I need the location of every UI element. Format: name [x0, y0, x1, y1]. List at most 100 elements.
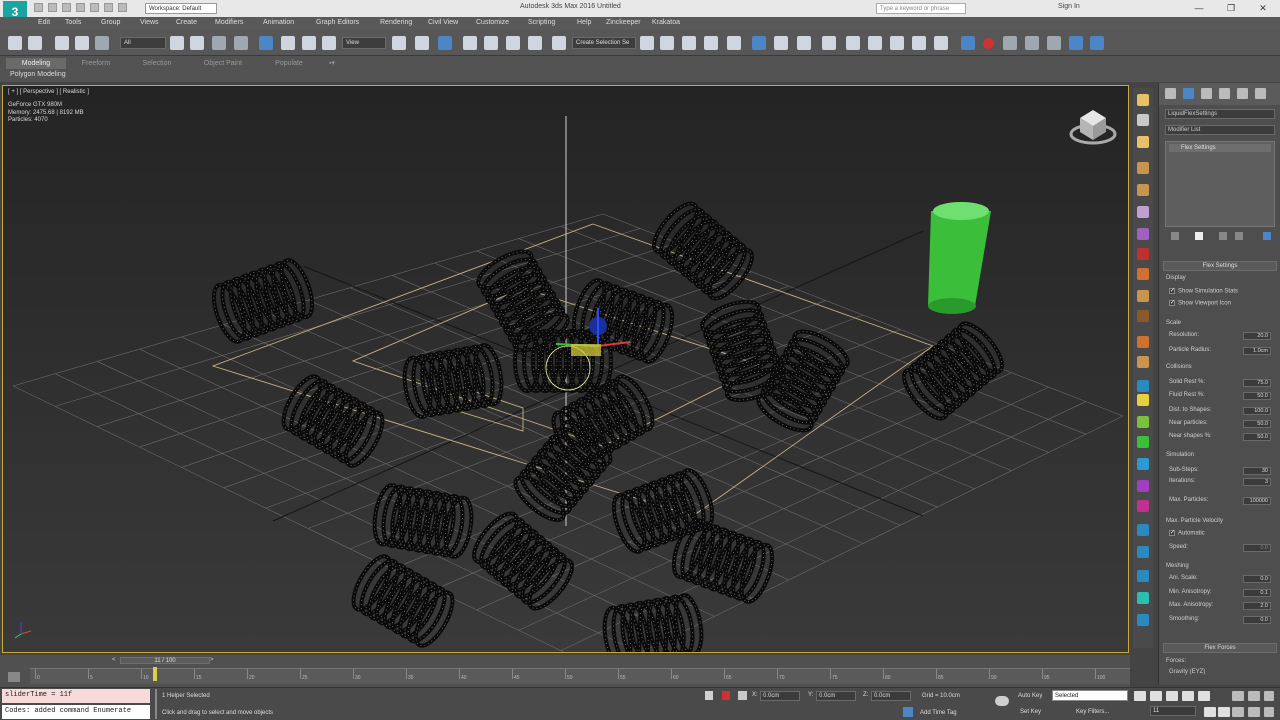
redo-icon[interactable]: [28, 36, 42, 50]
flex-shape-icon[interactable]: [1137, 206, 1149, 218]
tab-modeling[interactable]: Modeling: [6, 58, 66, 69]
mirror-icon[interactable]: [660, 36, 674, 50]
field-of-view-icon[interactable]: [1232, 707, 1244, 717]
play-icon[interactable]: [1166, 691, 1178, 701]
menu-animation[interactable]: Animation: [263, 19, 294, 26]
select-by-name-icon[interactable]: [190, 36, 204, 50]
pan-view-icon[interactable]: [1248, 707, 1260, 717]
teapot-render-icon[interactable]: [961, 36, 975, 50]
flex-solver-icon[interactable]: [1137, 162, 1149, 174]
maximize-viewport-icon[interactable]: [1264, 707, 1274, 717]
mini-curve-editor-icon[interactable]: [8, 672, 20, 682]
toggle-ribbon-icon[interactable]: [727, 36, 741, 50]
new-file-icon[interactable]: [34, 3, 43, 12]
x-coord-field[interactable]: 0.0cm: [760, 691, 800, 701]
select-object-icon[interactable]: [170, 36, 184, 50]
add-time-tag[interactable]: Add Time Tag: [920, 710, 957, 716]
curve-editor-icon[interactable]: [752, 36, 766, 50]
tab-selection[interactable]: Selection: [128, 58, 186, 69]
edit-named-selection-icon[interactable]: [552, 36, 566, 50]
automatic-checkbox[interactable]: ✓: [1169, 530, 1175, 536]
max-particles-spinner[interactable]: 100000: [1243, 497, 1271, 505]
rendered-frame-window-icon[interactable]: [846, 36, 860, 50]
ani-scale-spinner[interactable]: 0.0: [1243, 575, 1271, 583]
activeshade-icon[interactable]: [912, 36, 926, 50]
quick-access-dropdown-icon[interactable]: [118, 3, 127, 12]
dist-to-shapes-spinner[interactable]: 100.0: [1243, 407, 1271, 415]
tab-object-paint[interactable]: Object Paint: [192, 58, 254, 69]
z-coord-field[interactable]: 0.0cm: [871, 691, 911, 701]
sign-in-link[interactable]: Sign In: [1058, 3, 1080, 10]
container-icon[interactable]: [1137, 94, 1149, 106]
key-mode-toggle-icon[interactable]: [1204, 707, 1216, 717]
flex-forces-rollout[interactable]: Flex Forces: [1163, 643, 1277, 653]
flex-drag-icon[interactable]: [1137, 458, 1149, 470]
substeps-spinner[interactable]: 30: [1243, 467, 1271, 475]
viewport-label-menu[interactable]: [ + ] [ Perspective ] [ Realistic ]: [8, 89, 89, 95]
pivot-center-icon[interactable]: [392, 36, 406, 50]
y-coord-field[interactable]: 0.0cm: [816, 691, 856, 701]
menu-krakatoa[interactable]: Krakatoa: [652, 19, 680, 26]
flex-vortex-icon[interactable]: [1137, 480, 1149, 492]
auto-key-button[interactable]: Auto Key: [1018, 693, 1042, 699]
plugin-icon[interactable]: [1069, 36, 1083, 50]
menu-tools[interactable]: Tools: [65, 19, 81, 26]
select-and-scale-icon[interactable]: [302, 36, 316, 50]
key-mode-dropdown[interactable]: Selected: [1052, 690, 1128, 701]
speed-spinner[interactable]: 0.0: [1243, 544, 1271, 552]
krakatoa-icon[interactable]: [1090, 36, 1104, 50]
ribbon-options-icon[interactable]: ▪▾: [322, 58, 342, 69]
workspace-dropdown[interactable]: Workspace: Default: [145, 3, 217, 14]
named-selection-dropdown[interactable]: Create Selection Se: [572, 37, 636, 49]
zoom-all-icon[interactable]: [1248, 691, 1260, 701]
go-to-end-icon[interactable]: [1198, 691, 1210, 701]
select-and-place-icon[interactable]: [322, 36, 336, 50]
flex-soft-icon[interactable]: [1137, 268, 1149, 280]
named-selection-arrow-icon[interactable]: [640, 36, 654, 50]
search-input[interactable]: Type a keyword or phrase: [876, 3, 966, 14]
max-anisotropy-spinner[interactable]: 2.0: [1243, 602, 1271, 610]
particle-radius-spinner[interactable]: 1.0cm: [1243, 347, 1271, 355]
isolate-selection-icon[interactable]: [722, 691, 730, 700]
redo-icon[interactable]: [90, 3, 99, 12]
forces-list-item-gravity[interactable]: Gravity (EYZ): [1169, 669, 1205, 675]
flex-force-icon[interactable]: [1137, 184, 1149, 196]
select-and-rotate-icon[interactable]: [281, 36, 295, 50]
modify-tab-icon[interactable]: [1183, 88, 1194, 99]
menu-edit[interactable]: Edit: [38, 19, 50, 26]
flex-cloth-icon[interactable]: [1137, 228, 1149, 240]
angle-snap-icon[interactable]: [484, 36, 498, 50]
set-key-button[interactable]: Set Key: [1020, 709, 1041, 715]
schematic-view-icon[interactable]: [774, 36, 788, 50]
remove-modifier-icon[interactable]: [1235, 232, 1243, 240]
show-sim-stats-checkbox[interactable]: ✓: [1169, 288, 1175, 294]
toggle-layer-explorer-icon[interactable]: [704, 36, 718, 50]
track-bar[interactable]: 0 5 10 15 20 25 30 35 40 45 50 55 60 65 70 75 80 85 90 95 10…: [30, 668, 1130, 684]
scene-list-icon[interactable]: [1137, 114, 1149, 126]
render-production-icon[interactable]: [868, 36, 882, 50]
select-and-move-icon[interactable]: [259, 36, 273, 50]
menu-rendering[interactable]: Rendering: [380, 19, 412, 26]
automatic-row[interactable]: ✓ Automatic: [1169, 530, 1205, 537]
flex-inflatable-icon[interactable]: [1137, 336, 1149, 348]
undo-icon[interactable]: [76, 3, 85, 12]
maxscript-mini-listener-input[interactable]: Codes: added command Enumerate: [2, 705, 150, 719]
resolution-spinner[interactable]: 20.0: [1243, 332, 1271, 340]
minimize-button[interactable]: —: [1186, 1, 1212, 15]
stack-item-flex-settings[interactable]: Flex Settings: [1169, 144, 1271, 152]
show-sim-stats-row[interactable]: ✓ Show Simulation Stats: [1169, 288, 1238, 295]
flex-cache-icon[interactable]: [1137, 546, 1149, 558]
layer-manager-icon[interactable]: [1047, 36, 1061, 50]
iterations-spinner[interactable]: 3: [1243, 478, 1271, 486]
open-file-icon[interactable]: [48, 3, 57, 12]
flex-settings-icon[interactable]: [1137, 592, 1149, 604]
slider-prev-icon[interactable]: <: [112, 657, 120, 664]
flex-rope-icon[interactable]: [1137, 290, 1149, 302]
fluid-rest-spinner[interactable]: 50.0: [1243, 392, 1271, 400]
gear-icon[interactable]: [1025, 36, 1039, 50]
flex-spring-icon[interactable]: [1137, 310, 1149, 322]
make-unique-icon[interactable]: [1219, 232, 1227, 240]
solid-rest-spinner[interactable]: 75.0: [1243, 379, 1271, 387]
utilities-tab-icon[interactable]: [1255, 88, 1266, 99]
align-icon[interactable]: [682, 36, 696, 50]
